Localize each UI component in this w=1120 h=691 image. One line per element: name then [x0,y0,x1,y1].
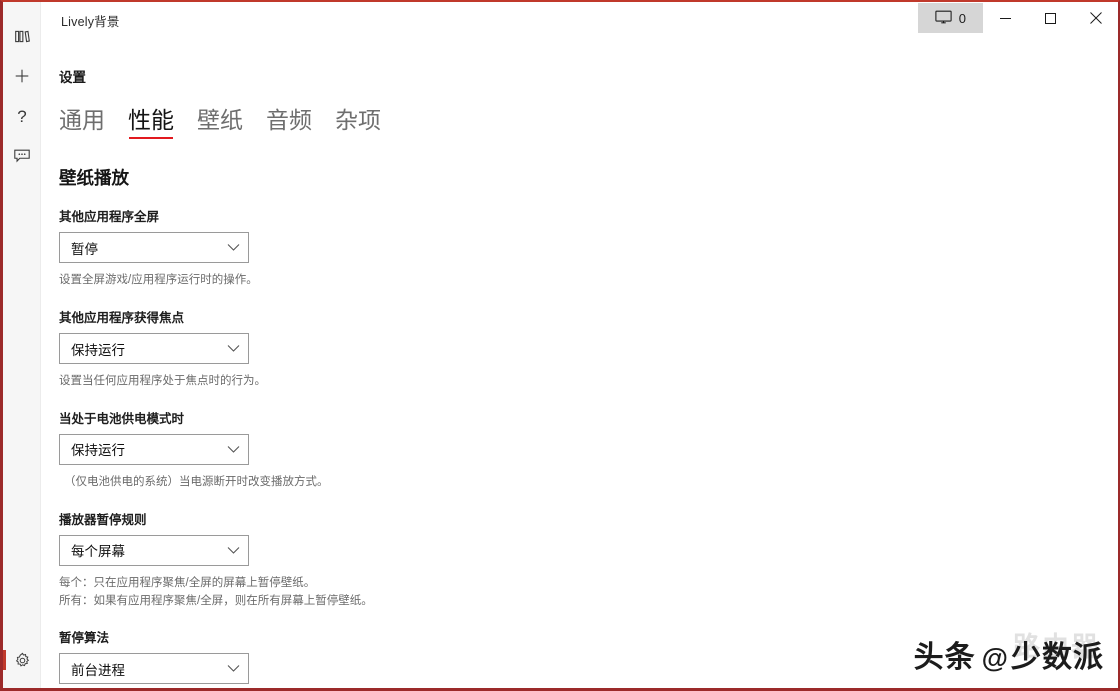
tab-general[interactable]: 通用 [59,107,105,139]
minimize-button[interactable] [983,2,1028,34]
dropdown-value: 保持运行 [71,342,125,358]
tab-misc[interactable]: 杂项 [335,107,381,139]
title-bar: Lively背景 0 [41,2,1118,34]
feedback-icon [13,148,31,164]
rail-item-feedback[interactable] [3,136,41,176]
dropdown-value: 暂停 [71,241,98,257]
field-label: 暂停算法 [59,631,110,646]
left-navigation-rail: ? [3,2,41,688]
library-icon [14,28,31,45]
tab-performance[interactable]: 性能 [128,107,174,140]
app-window: ? Lively背景 0 设置 通用 性能 壁纸 音频 杂项 壁纸播放 其他应用… [0,0,1120,691]
rail-item-add[interactable] [3,56,41,96]
page-title: 设置 [59,70,86,85]
dropdown-pause-rule[interactable]: 每个屏幕 [59,534,249,566]
dropdown-pause-algorithm[interactable]: 前台进程 [59,653,249,685]
field-other-app-fullscreen: 其他应用程序全屏 暂停 设置全屏游戏/应用程序运行时的操作。 [59,206,1118,290]
dropdown-battery-mode[interactable]: 保持运行 [59,433,249,465]
screen-count-button[interactable]: 0 [917,3,983,33]
dropdown-other-app-focus[interactable]: 保持运行 [59,333,249,365]
tab-wallpaper[interactable]: 壁纸 [197,107,243,139]
field-hint: 每个：只在应用程序聚焦/全屏的屏幕上暂停壁纸。 所有：如果有应用程序聚焦/全屏，… [59,576,373,607]
field-hint: 设置全屏游戏/应用程序运行时的操作。 [59,274,258,287]
rail-item-library[interactable] [3,16,41,56]
window-caption-buttons: 0 [917,2,1118,34]
field-pause-algorithm: 暂停算法 前台进程 前台：轻量，只检查前台的单一进程，以确定壁纸播放行为。 所有… [59,627,1118,688]
plus-icon [13,67,31,85]
chevron-down-icon [227,546,240,555]
dropdown-value: 每个屏幕 [71,544,125,560]
help-icon: ? [17,106,27,126]
rail-bottom-group [3,640,41,680]
section-title-wallpaper-playback: 壁纸播放 [59,168,129,189]
selection-indicator [3,650,6,670]
screen-count-value: 0 [958,10,966,26]
field-label: 其他应用程序全屏 [59,210,160,225]
field-label: 其他应用程序获得焦点 [59,311,185,326]
field-label: 播放器暂停规则 [59,512,147,527]
rail-item-help[interactable]: ? [3,96,41,136]
close-button[interactable] [1073,2,1118,34]
dropdown-other-app-fullscreen[interactable]: 暂停 [59,232,249,264]
field-battery-mode: 当处于电池供电模式时 保持运行 （仅电池供电的系统）当电源断开时改变播放方式。 [59,408,1118,492]
rail-item-settings[interactable] [3,640,41,680]
field-hint: 设置当任何应用程序处于焦点时的行为。 [59,375,266,388]
dropdown-value: 前台进程 [71,662,125,678]
maximize-button[interactable] [1028,2,1073,34]
field-pause-rule: 播放器暂停规则 每个屏幕 每个：只在应用程序聚焦/全屏的屏幕上暂停壁纸。 所有：… [59,509,1118,611]
gear-icon [14,652,31,669]
chevron-down-icon [227,664,240,673]
settings-content: 设置 通用 性能 壁纸 音频 杂项 壁纸播放 其他应用程序全屏 暂停 设置全屏游… [41,34,1118,688]
field-hint: （仅电池供电的系统）当电源断开时改变播放方式。 [64,475,329,488]
chevron-down-icon [227,344,240,353]
chevron-down-icon [227,243,240,252]
tab-audio[interactable]: 音频 [266,107,312,139]
dropdown-value: 保持运行 [71,443,125,459]
chevron-down-icon [227,445,240,454]
monitor-icon [935,10,952,27]
window-title: Lively背景 [61,15,120,29]
field-label: 当处于电池供电模式时 [59,411,185,426]
settings-tab-bar: 通用 性能 壁纸 音频 杂项 [59,107,1118,140]
field-other-app-focus: 其他应用程序获得焦点 保持运行 设置当任何应用程序处于焦点时的行为。 [59,307,1118,391]
